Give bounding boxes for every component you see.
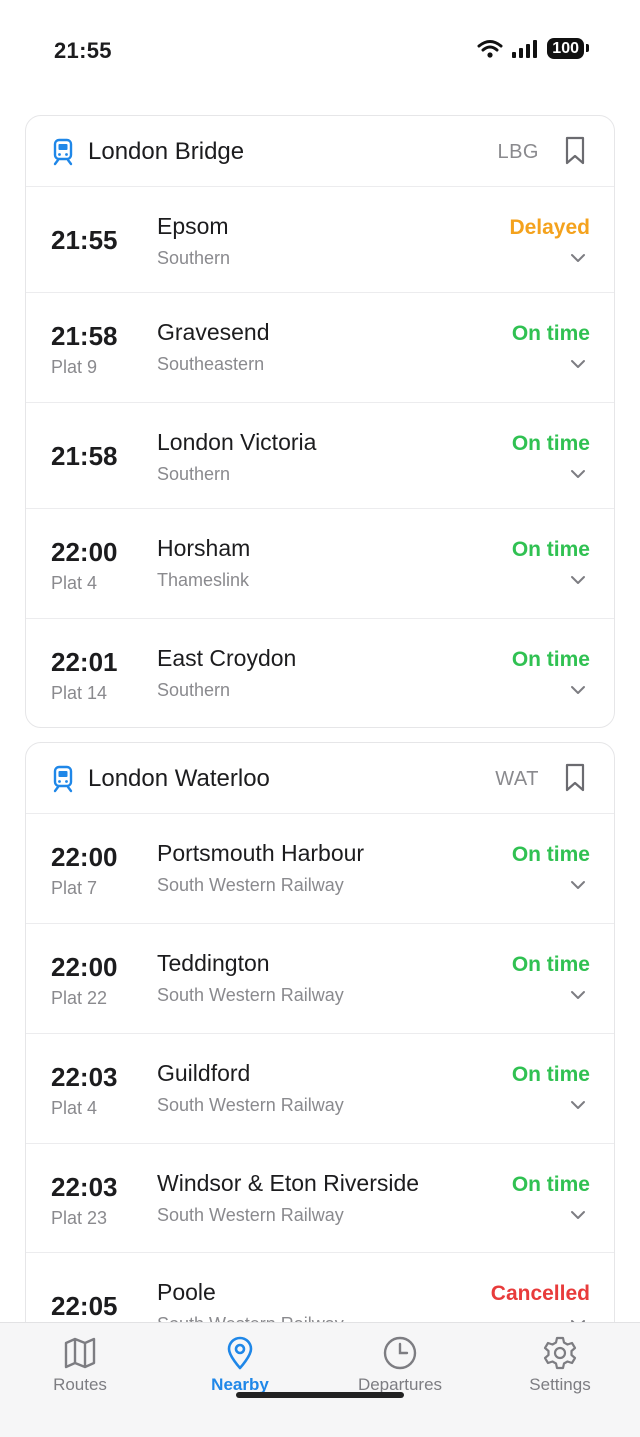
status-label: On time <box>511 843 590 866</box>
departure-time: 22:03 <box>51 1062 118 1092</box>
bookmark-icon[interactable] <box>564 763 586 798</box>
location-pin-icon <box>160 1335 320 1371</box>
gear-icon <box>480 1335 640 1371</box>
status-label: On time <box>511 432 590 455</box>
platform-label: Plat 7 <box>51 878 98 898</box>
departure-row[interactable]: 22:01 Plat 14 East Croydon Southern On time <box>26 619 614 727</box>
departure-time: 21:58 <box>51 441 118 471</box>
destination: Epsom <box>157 213 229 239</box>
tab-label: Settings <box>529 1375 591 1394</box>
chevron-down-icon[interactable] <box>570 682 586 700</box>
chevron-down-icon[interactable] <box>570 466 586 484</box>
status-label: On time <box>511 1063 590 1086</box>
tab-settings[interactable]: Settings <box>480 1335 640 1395</box>
status-label: Delayed <box>509 216 590 239</box>
departure-row[interactable]: 22:00 Plat 4 Horsham Thameslink On time <box>26 509 614 619</box>
departure-time: 22:01 <box>51 647 118 677</box>
departure-row[interactable]: 22:00 Plat 7 Portsmouth Harbour South Weste… <box>26 814 614 924</box>
chevron-down-icon[interactable] <box>570 1207 586 1225</box>
tab-routes[interactable]: Routes <box>0 1335 160 1395</box>
station-name: London Waterloo <box>88 765 270 792</box>
departure-time: 21:55 <box>51 225 118 255</box>
chevron-down-icon[interactable] <box>570 987 586 1005</box>
status-label: On time <box>511 953 590 976</box>
bookmark-icon[interactable] <box>564 136 586 171</box>
status-label: Cancelled <box>490 1282 590 1305</box>
departure-row[interactable]: 22:05 Poole South Western Railway Cancelled <box>26 1253 614 1322</box>
departure-row[interactable]: 21:55 Epsom Southern Delayed <box>26 187 614 293</box>
destination: London Victoria <box>157 429 317 455</box>
tab-bar: Routes Nearby Departures Settings <box>0 1322 640 1437</box>
departure-time: 22:03 <box>51 1172 118 1202</box>
status-label: On time <box>511 1173 590 1196</box>
station-code: LBG <box>497 141 539 163</box>
operator: Southern <box>157 680 231 700</box>
departure-time: 22:00 <box>51 842 118 872</box>
departure-time: 22:00 <box>51 537 118 567</box>
status-label: On time <box>511 538 590 561</box>
departure-time: 22:05 <box>51 1291 118 1321</box>
chevron-down-icon[interactable] <box>570 572 586 590</box>
operator: South Western Railway <box>157 985 344 1005</box>
departure-row[interactable]: 22:03 Plat 4 Guildford South Western Railwa… <box>26 1034 614 1144</box>
operator: Thameslink <box>157 570 250 590</box>
platform-label: Plat 9 <box>51 357 98 377</box>
departure-time: 21:58 <box>51 321 118 351</box>
station-name: London Bridge <box>88 138 245 165</box>
station-list[interactable]: London Bridge LBG 21:55 Epsom Southern Delaye… <box>0 0 640 1322</box>
station-card-london-waterloo: London Waterloo WAT 22:00 Plat 7 Portsmouth … <box>25 742 615 1322</box>
station-header: London Bridge LBG <box>26 116 614 187</box>
train-icon <box>52 138 74 171</box>
platform-label: Plat 22 <box>51 988 108 1008</box>
departure-row[interactable]: 22:03 Plat 23 Windsor & Eton Riverside Sout… <box>26 1144 614 1253</box>
departure-row[interactable]: 21:58 London Victoria Southern On time <box>26 403 614 509</box>
chevron-down-icon[interactable] <box>570 1097 586 1115</box>
status-label: On time <box>511 322 590 345</box>
operator: South Western Railway <box>157 875 344 895</box>
station-card-london-bridge: London Bridge LBG 21:55 Epsom Southern Delaye… <box>25 115 615 728</box>
home-indicator <box>236 1392 404 1398</box>
station-code: WAT <box>495 768 539 790</box>
chevron-down-icon[interactable] <box>570 250 586 268</box>
station-header: London Waterloo WAT <box>26 743 614 814</box>
departure-time: 22:00 <box>51 952 118 982</box>
platform-label: Plat 4 <box>51 573 98 593</box>
destination: Guildford <box>157 1060 251 1086</box>
operator: South Western Railway <box>157 1314 344 1322</box>
chevron-down-icon[interactable] <box>570 356 586 374</box>
destination: Gravesend <box>157 319 270 345</box>
operator: Southern <box>157 464 231 484</box>
tab-label: Routes <box>53 1375 107 1394</box>
clock-icon <box>320 1335 480 1371</box>
destination: Horsham <box>157 535 251 561</box>
operator: South Western Railway <box>157 1095 344 1115</box>
operator: Southeastern <box>157 354 265 374</box>
platform-label: Plat 4 <box>51 1098 98 1118</box>
destination: Poole <box>157 1279 216 1305</box>
status-label: On time <box>511 648 590 671</box>
map-icon <box>0 1335 160 1371</box>
destination: Portsmouth Harbour <box>157 840 365 866</box>
destination: Windsor & Eton Riverside <box>157 1170 420 1196</box>
chevron-down-icon[interactable] <box>570 877 586 895</box>
train-icon <box>52 765 74 798</box>
destination: Teddington <box>157 950 270 976</box>
operator: Southern <box>157 248 231 268</box>
departure-row[interactable]: 22:00 Plat 22 Teddington South Western Rail… <box>26 924 614 1034</box>
tab-nearby[interactable]: Nearby <box>160 1335 320 1395</box>
destination: East Croydon <box>157 645 297 671</box>
platform-label: Plat 14 <box>51 683 108 703</box>
platform-label: Plat 23 <box>51 1208 108 1228</box>
operator: South Western Railway <box>157 1205 344 1225</box>
departure-row[interactable]: 21:58 Plat 9 Gravesend Southeastern On time <box>26 293 614 403</box>
tab-departures[interactable]: Departures <box>320 1335 480 1395</box>
